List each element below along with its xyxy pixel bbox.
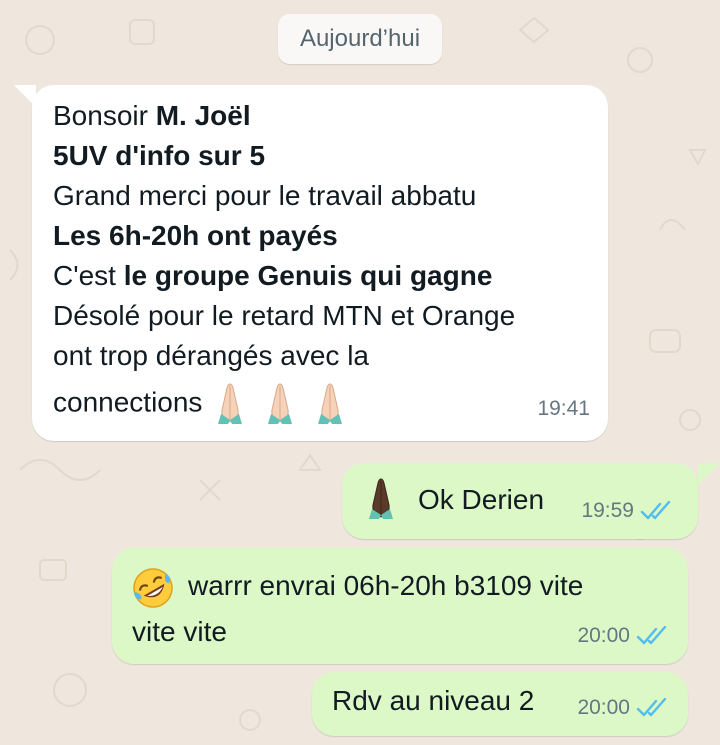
message-timestamp: 19:41 [537, 397, 590, 420]
outgoing-message-bubble[interactable]: Ok Derien 19:59 [342, 463, 698, 539]
message-line: Grand merci pour le travail abbatu [53, 180, 477, 211]
message-line: Bonsoir M. Joël [53, 100, 251, 131]
message-timestamp: 19:59 [581, 491, 674, 531]
date-separator: Aujourd’hui [278, 14, 442, 64]
folded-hands-emoji-icon [364, 477, 400, 532]
folded-hands-emoji-icon [218, 382, 378, 426]
outgoing-bubble-tail [698, 463, 720, 485]
message-timestamp: 20:00 [577, 616, 670, 656]
message-line: ont trop dérangés avec la [53, 340, 369, 371]
outgoing-message-bubble[interactable]: Rdv au niveau 2 20:00 [312, 672, 688, 736]
message-text: Ok Derien [418, 484, 545, 515]
message-line: Désolé pour le retard MTN et Orange [53, 300, 516, 331]
date-separator-label: Aujourd’hui [299, 25, 421, 52]
message-line: warrr envrai 06h-20h b3109 vite [188, 570, 584, 601]
read-receipt-icon [636, 626, 667, 645]
read-receipt-icon [636, 698, 667, 717]
message-line: 5UV d'info sur 5 [53, 140, 266, 171]
message-line: vite vite [132, 616, 227, 647]
message-line: connections [53, 382, 515, 426]
outgoing-message-bubble[interactable]: warrr envrai 06h-20h b3109 vite vite vit… [112, 548, 688, 664]
message-text: Rdv au niveau 2 [332, 685, 535, 716]
read-receipt-icon [640, 501, 671, 520]
incoming-message-bubble[interactable]: Bonsoir M. Joël 5UV d'info sur 5 Grand m… [32, 85, 608, 441]
message-line: Les 6h-20h ont payés [53, 220, 338, 251]
message-line: C'est le groupe Genuis qui gagne [53, 260, 493, 291]
message-timestamp: 20:00 [577, 688, 670, 728]
